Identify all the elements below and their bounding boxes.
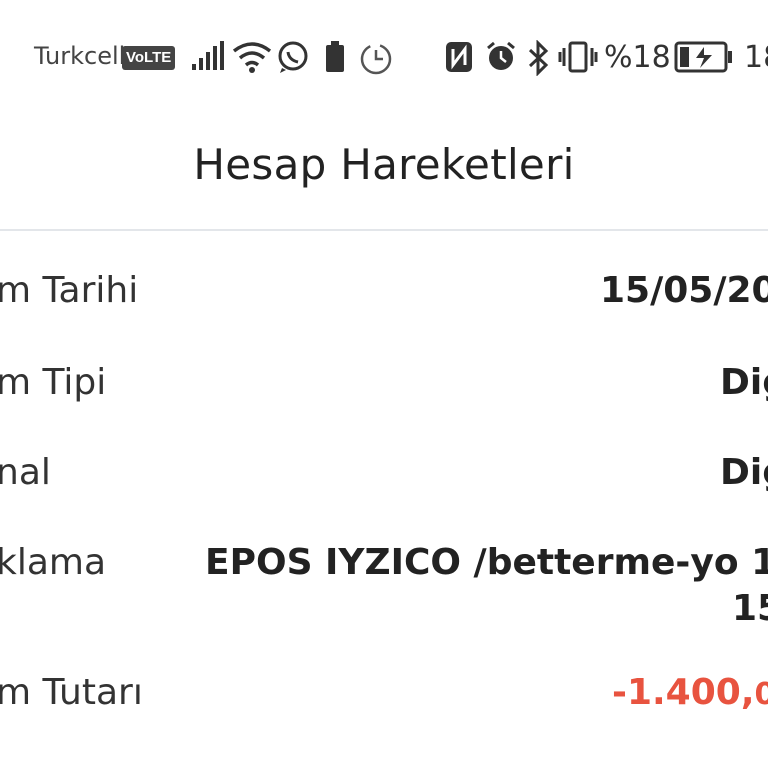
transaction-amount-value: -1.400,00 xyxy=(612,672,768,713)
nfc-icon xyxy=(446,42,472,72)
battery-charging-icon xyxy=(674,41,732,73)
amount-cents: 00 xyxy=(754,677,768,712)
bluetooth-icon xyxy=(528,40,549,76)
battery-small-icon xyxy=(326,41,344,72)
carrier-name: Turkcell xyxy=(34,42,126,70)
alarm-icon xyxy=(487,41,515,70)
transaction-type-label: m Tipi xyxy=(0,362,107,403)
clock: 18 xyxy=(744,40,768,75)
volte-badge: VoLTE xyxy=(122,46,176,70)
transaction-amount-label: m Tutarı xyxy=(0,672,143,713)
header: Hesap Hareketleri xyxy=(0,130,768,200)
timer-icon xyxy=(360,43,392,75)
transaction-date-label: m Tarihi xyxy=(0,270,139,311)
channel-value: Dig xyxy=(720,452,768,493)
description-value-line1: EPOS IYZICO /betterme-yo 15 xyxy=(205,542,768,583)
battery-percent: %18 xyxy=(604,40,671,75)
status-bar: Turkcell VoLTE %18 1 xyxy=(0,0,768,120)
whatsapp-icon xyxy=(278,41,308,73)
signal-bars-icon xyxy=(192,41,224,70)
wifi-icon xyxy=(232,42,272,73)
vibrate-icon xyxy=(558,41,598,73)
description-value-line2: 15 xyxy=(732,588,768,629)
transaction-date-value: 15/05/20 xyxy=(600,270,768,311)
header-divider xyxy=(0,229,768,231)
page-title: Hesap Hareketleri xyxy=(193,140,575,189)
description-label: klama xyxy=(0,542,107,583)
transaction-type-value: Dig xyxy=(720,362,768,403)
channel-label: nal xyxy=(0,452,51,493)
amount-main: -1.400, xyxy=(612,672,755,713)
